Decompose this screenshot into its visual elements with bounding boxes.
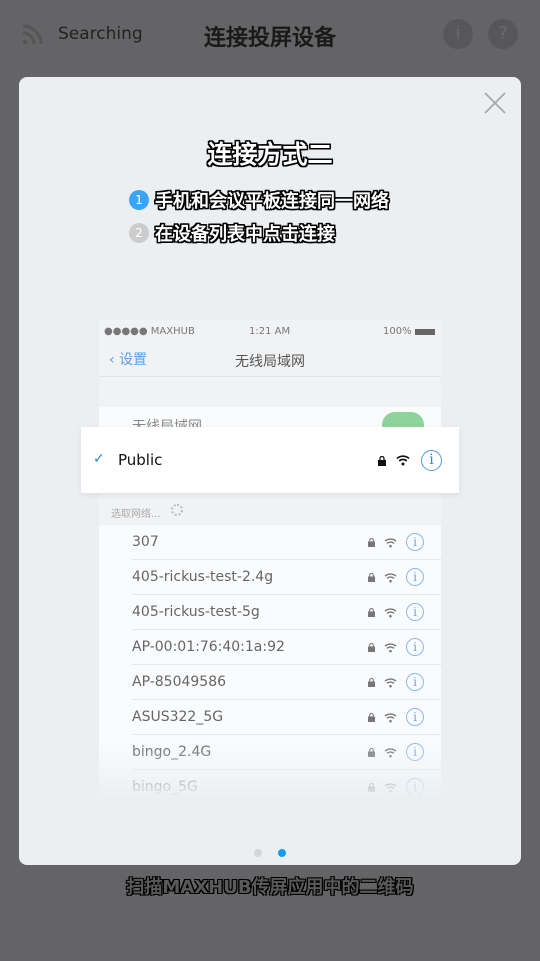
info-icon[interactable]: i	[406, 603, 424, 621]
fade-overlay	[99, 740, 441, 795]
network-name: AP-00:01:76:40:1a:92	[132, 639, 285, 655]
wifi-icon	[384, 538, 397, 548]
info-icon[interactable]: i	[406, 533, 424, 551]
step-number: 2	[129, 223, 149, 243]
info-icon[interactable]: i	[406, 708, 424, 726]
phone-nav-title: 无线局域网	[235, 354, 305, 370]
network-row[interactable]: AP-00:01:76:40:1a:92 i	[99, 630, 441, 665]
page-dot-2-active[interactable]	[278, 849, 286, 857]
step-2: 2 在设备列表中点击连接	[129, 220, 335, 246]
wifi-icon	[384, 643, 397, 653]
method-title: 连接方式二	[207, 140, 333, 169]
network-name: AP-85049586	[132, 674, 227, 690]
info-icon[interactable]: i	[406, 568, 424, 586]
network-row[interactable]: ASUS322_5G i	[99, 700, 441, 735]
info-icon[interactable]: i	[421, 450, 442, 471]
info-button[interactable]: i	[443, 19, 473, 49]
choose-network-label: 选取网络...	[111, 509, 161, 520]
step-1: 1 手机和会议平板连接同一网络	[129, 187, 389, 213]
page-dot-1[interactable]	[254, 849, 262, 857]
network-name: 307	[132, 534, 159, 550]
lock-icon	[378, 456, 386, 466]
time: 1:21 AM	[249, 326, 291, 337]
step-text: 在设备列表中点击连接	[155, 224, 335, 245]
check-icon: ✓	[93, 451, 105, 467]
lock-icon	[368, 573, 375, 582]
wifi-icon	[384, 608, 397, 618]
qr-hint-caption: 扫描MAXHUB传屏应用中的二维码	[126, 877, 414, 898]
network-row[interactable]: 405-rickus-test-5g i	[99, 595, 441, 630]
network-row[interactable]: 405-rickus-test-2.4g i	[99, 560, 441, 595]
close-icon[interactable]	[483, 91, 507, 115]
lock-icon	[368, 713, 375, 722]
wifi-icon	[396, 455, 410, 466]
network-row-public-connected: ✓ Public i	[81, 427, 459, 493]
battery: 100%	[383, 326, 412, 337]
lock-icon	[368, 643, 375, 652]
info-icon[interactable]: i	[406, 673, 424, 691]
battery-icon	[415, 329, 435, 335]
network-name: ASUS322_5G	[132, 709, 224, 725]
step-text: 手机和会议平板连接同一网络	[155, 191, 389, 212]
loading-spinner-icon	[171, 504, 183, 516]
network-row[interactable]: AP-85049586 i	[99, 665, 441, 700]
network-name: 405-rickus-test-5g	[132, 604, 260, 620]
lock-icon	[368, 538, 375, 547]
wifi-icon	[384, 713, 397, 723]
wifi-icon	[384, 678, 397, 688]
wifi-icon	[384, 573, 397, 583]
network-name: Public	[118, 451, 163, 469]
lock-icon	[368, 608, 375, 617]
connection-guide-dialog: 连接方式二 1 手机和会议平板连接同一网络 2 在设备列表中点击连接 ●●●●● M…	[19, 77, 521, 865]
step-number: 1	[129, 190, 149, 210]
phone-wifi-screenshot: ●●●●● MAXHUB 1:21 AM 100% ‹ 设置 无线局域网 无线局…	[99, 320, 441, 795]
network-row[interactable]: 307 i	[99, 525, 441, 560]
network-name: 405-rickus-test-2.4g	[132, 569, 274, 585]
lock-icon	[368, 678, 375, 687]
carrier: ●●●●● MAXHUB	[104, 326, 195, 337]
help-button[interactable]: ?	[488, 19, 518, 49]
info-icon[interactable]: i	[406, 638, 424, 656]
